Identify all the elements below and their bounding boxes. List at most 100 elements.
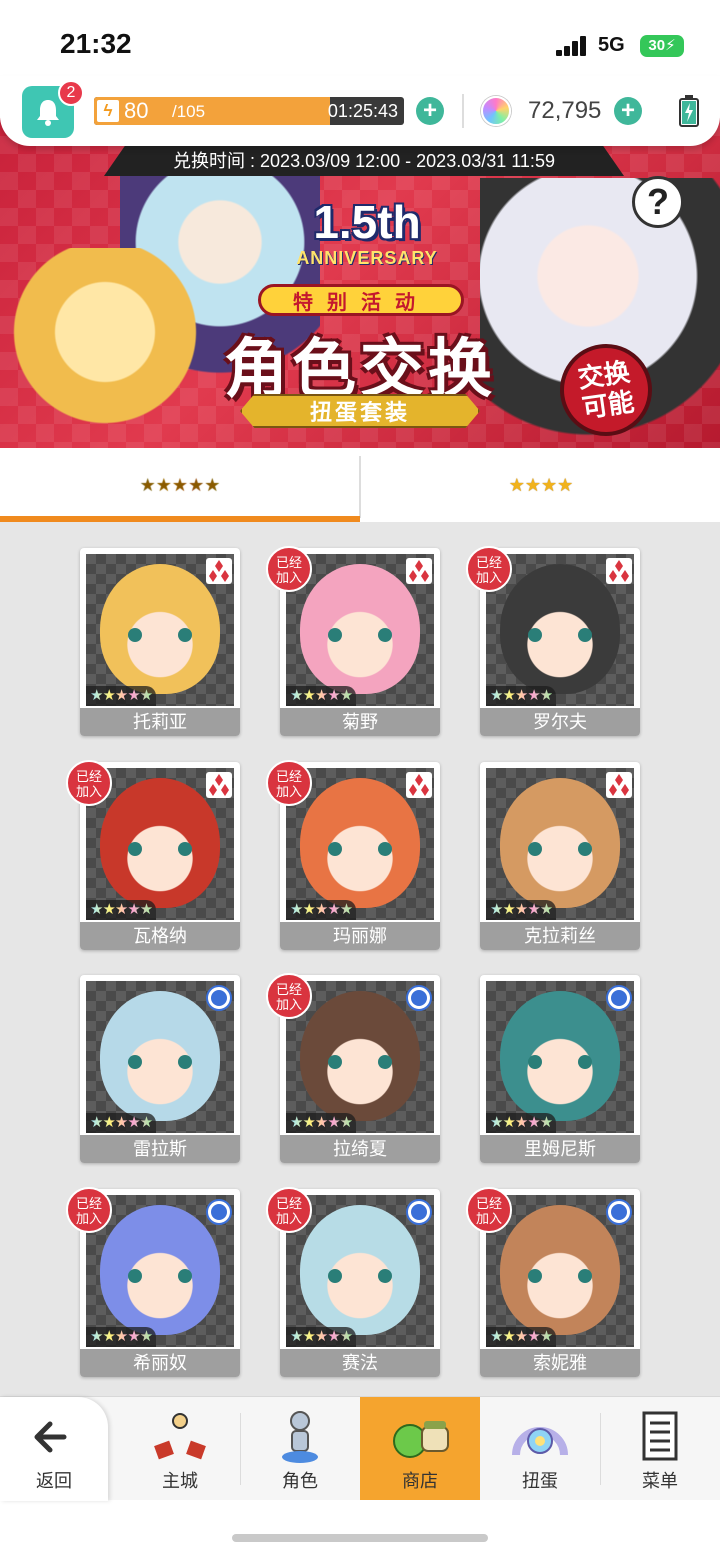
rarity-stars: ★★★★★ (486, 1113, 557, 1133)
character-card[interactable]: ★★★★★ 瓦格纳 已经 加入 (66, 760, 240, 950)
rarity-stars-text: ★★★★★ (290, 901, 353, 918)
signal-icon (556, 36, 588, 56)
tab-label: ★★★★ (508, 475, 574, 495)
character-name: 索妮雅 (480, 1349, 640, 1377)
owned-badge: 已经 加入 (466, 1187, 512, 1233)
divider (462, 94, 464, 128)
rarity-stars: ★★★★★ (286, 900, 357, 920)
rarity-stars-text: ★★★★★ (490, 1328, 553, 1345)
rarity-stars: ★★★★★ (486, 686, 557, 706)
battery-saver-icon[interactable] (676, 94, 702, 128)
rarity-stars: ★★★★★ (286, 686, 357, 706)
character-name: 雷拉斯 (80, 1135, 240, 1163)
character-card[interactable]: ★★★★★ 雷拉斯 (80, 975, 240, 1163)
tab-five-star[interactable]: ★★★★★ (0, 448, 360, 522)
character-card[interactable]: ★★★★★ 里姆尼斯 (480, 975, 640, 1163)
nav-menu-button[interactable]: 菜单 (600, 1397, 720, 1501)
rarity-stars-text: ★★★★★ (90, 1114, 153, 1131)
rarity-stars: ★★★★★ (286, 1113, 357, 1133)
water-element-icon (206, 985, 232, 1011)
event-tag: 特别活动 (258, 284, 464, 316)
nav-characters-button[interactable]: 角色 (240, 1397, 360, 1501)
rarity-stars: ★★★★★ (86, 900, 157, 920)
nav-label: 角色 (282, 1471, 318, 1491)
event-banner[interactable]: 兑换时间 : 2023.03/09 12:00 - 2023.03/31 11:… (0, 118, 720, 448)
bottom-nav: 返回 主城 角色 商店 扭蛋 菜单 (0, 1396, 720, 1501)
nav-gacha-button[interactable]: 扭蛋 (480, 1397, 600, 1501)
status-time: 21:32 (60, 28, 132, 59)
rarity-stars-text: ★★★★★ (290, 1114, 353, 1131)
character-eyes (328, 628, 392, 642)
character-name: 拉绮夏 (280, 1135, 440, 1163)
rarity-tabs: ★★★★★ ★★★★ (0, 448, 720, 522)
tab-divider (359, 456, 361, 518)
anniversary-logo: 1.5th ANNIVERSARY (272, 196, 462, 276)
rarity-stars-text: ★★★★★ (90, 901, 153, 918)
character-name: 赛法 (280, 1349, 440, 1377)
character-card[interactable]: ★★★★★ 托莉亚 (80, 548, 240, 736)
gacha-icon (512, 1427, 568, 1456)
nav-divider (240, 1413, 241, 1485)
fire-element-icon (206, 558, 232, 584)
character-eyes (328, 842, 392, 856)
character-card[interactable]: ★★★★★ 罗尔夫 已经 加入 (466, 546, 640, 736)
water-element-icon (406, 1199, 432, 1225)
character-eyes (528, 842, 592, 856)
resource-bar: 2 ϟ 80 /105 01:25:43 + 72,795 + (0, 76, 720, 146)
character-name: 菊野 (280, 708, 440, 736)
character-card[interactable]: ★★★★★ 索妮雅 已经 加入 (466, 1187, 640, 1377)
nav-label: 主城 (162, 1471, 198, 1491)
owned-badge: 已经 加入 (266, 973, 312, 1019)
character-card[interactable]: ★★★★★ 拉绮夏 已经 加入 (266, 973, 440, 1163)
character-name: 里姆尼斯 (480, 1135, 640, 1163)
water-element-icon (206, 1199, 232, 1225)
add-stamina-button[interactable]: + (416, 97, 444, 125)
fire-element-icon (606, 772, 632, 798)
rarity-stars-text: ★★★★★ (490, 901, 553, 918)
owned-badge: 已经 加入 (266, 760, 312, 806)
nav-label: 扭蛋 (522, 1471, 558, 1491)
event-subtitle: 扭蛋套装 (240, 394, 480, 428)
add-gems-button[interactable]: + (614, 97, 642, 125)
shop-icon (393, 1421, 449, 1458)
battery-icon: 30⚡ (640, 35, 684, 57)
network-label: 5G (598, 34, 625, 56)
character-card[interactable]: ★★★★★ 菊野 已经 加入 (266, 546, 440, 736)
nav-shop-button[interactable]: 商店 (360, 1397, 480, 1501)
help-button[interactable]: ? (632, 176, 684, 228)
nav-divider (600, 1413, 601, 1485)
fire-element-icon (206, 772, 232, 798)
stamina-current: 80 (124, 98, 149, 123)
nav-back-button[interactable]: 返回 (0, 1397, 108, 1501)
character-eyes (528, 1055, 592, 1069)
character-card[interactable]: ★★★★★ 玛丽娜 已经 加入 (266, 760, 440, 950)
character-card[interactable]: ★★★★★ 赛法 已经 加入 (266, 1187, 440, 1377)
menu-icon (642, 1411, 678, 1461)
stamp-text: 交换可能 (576, 356, 636, 424)
rarity-stars-text: ★★★★★ (90, 1328, 153, 1345)
character-eyes (128, 628, 192, 642)
character-eyes (128, 1055, 192, 1069)
character-card[interactable]: ★★★★★ 克拉莉丝 (480, 762, 640, 950)
character-card[interactable]: ★★★★★ 希丽奴 已经 加入 (66, 1187, 240, 1377)
nav-town-button[interactable]: 主城 (120, 1397, 240, 1501)
home-indicator[interactable] (232, 1534, 488, 1542)
rarity-stars-text: ★★★★★ (490, 1114, 553, 1131)
owned-badge: 已经 加入 (66, 1187, 112, 1233)
character-eyes (328, 1055, 392, 1069)
exchange-period: 兑换时间 : 2023.03/09 12:00 - 2023.03/31 11:… (104, 146, 624, 176)
water-element-icon (606, 1199, 632, 1225)
home-indicator-area (0, 1500, 720, 1558)
nav-label: 商店 (402, 1471, 438, 1491)
character-eyes (528, 1269, 592, 1283)
tab-four-star[interactable]: ★★★★ (362, 448, 720, 522)
nav-label: 返回 (36, 1471, 72, 1491)
character-eyes (528, 628, 592, 642)
character-icon (282, 1411, 318, 1463)
owned-badge: 已经 加入 (466, 546, 512, 592)
notification-badge: 2 (58, 80, 84, 106)
character-eyes (328, 1269, 392, 1283)
water-element-icon (406, 985, 432, 1011)
gem-count: 72,795 (528, 97, 602, 124)
character-name: 希丽奴 (80, 1349, 240, 1377)
